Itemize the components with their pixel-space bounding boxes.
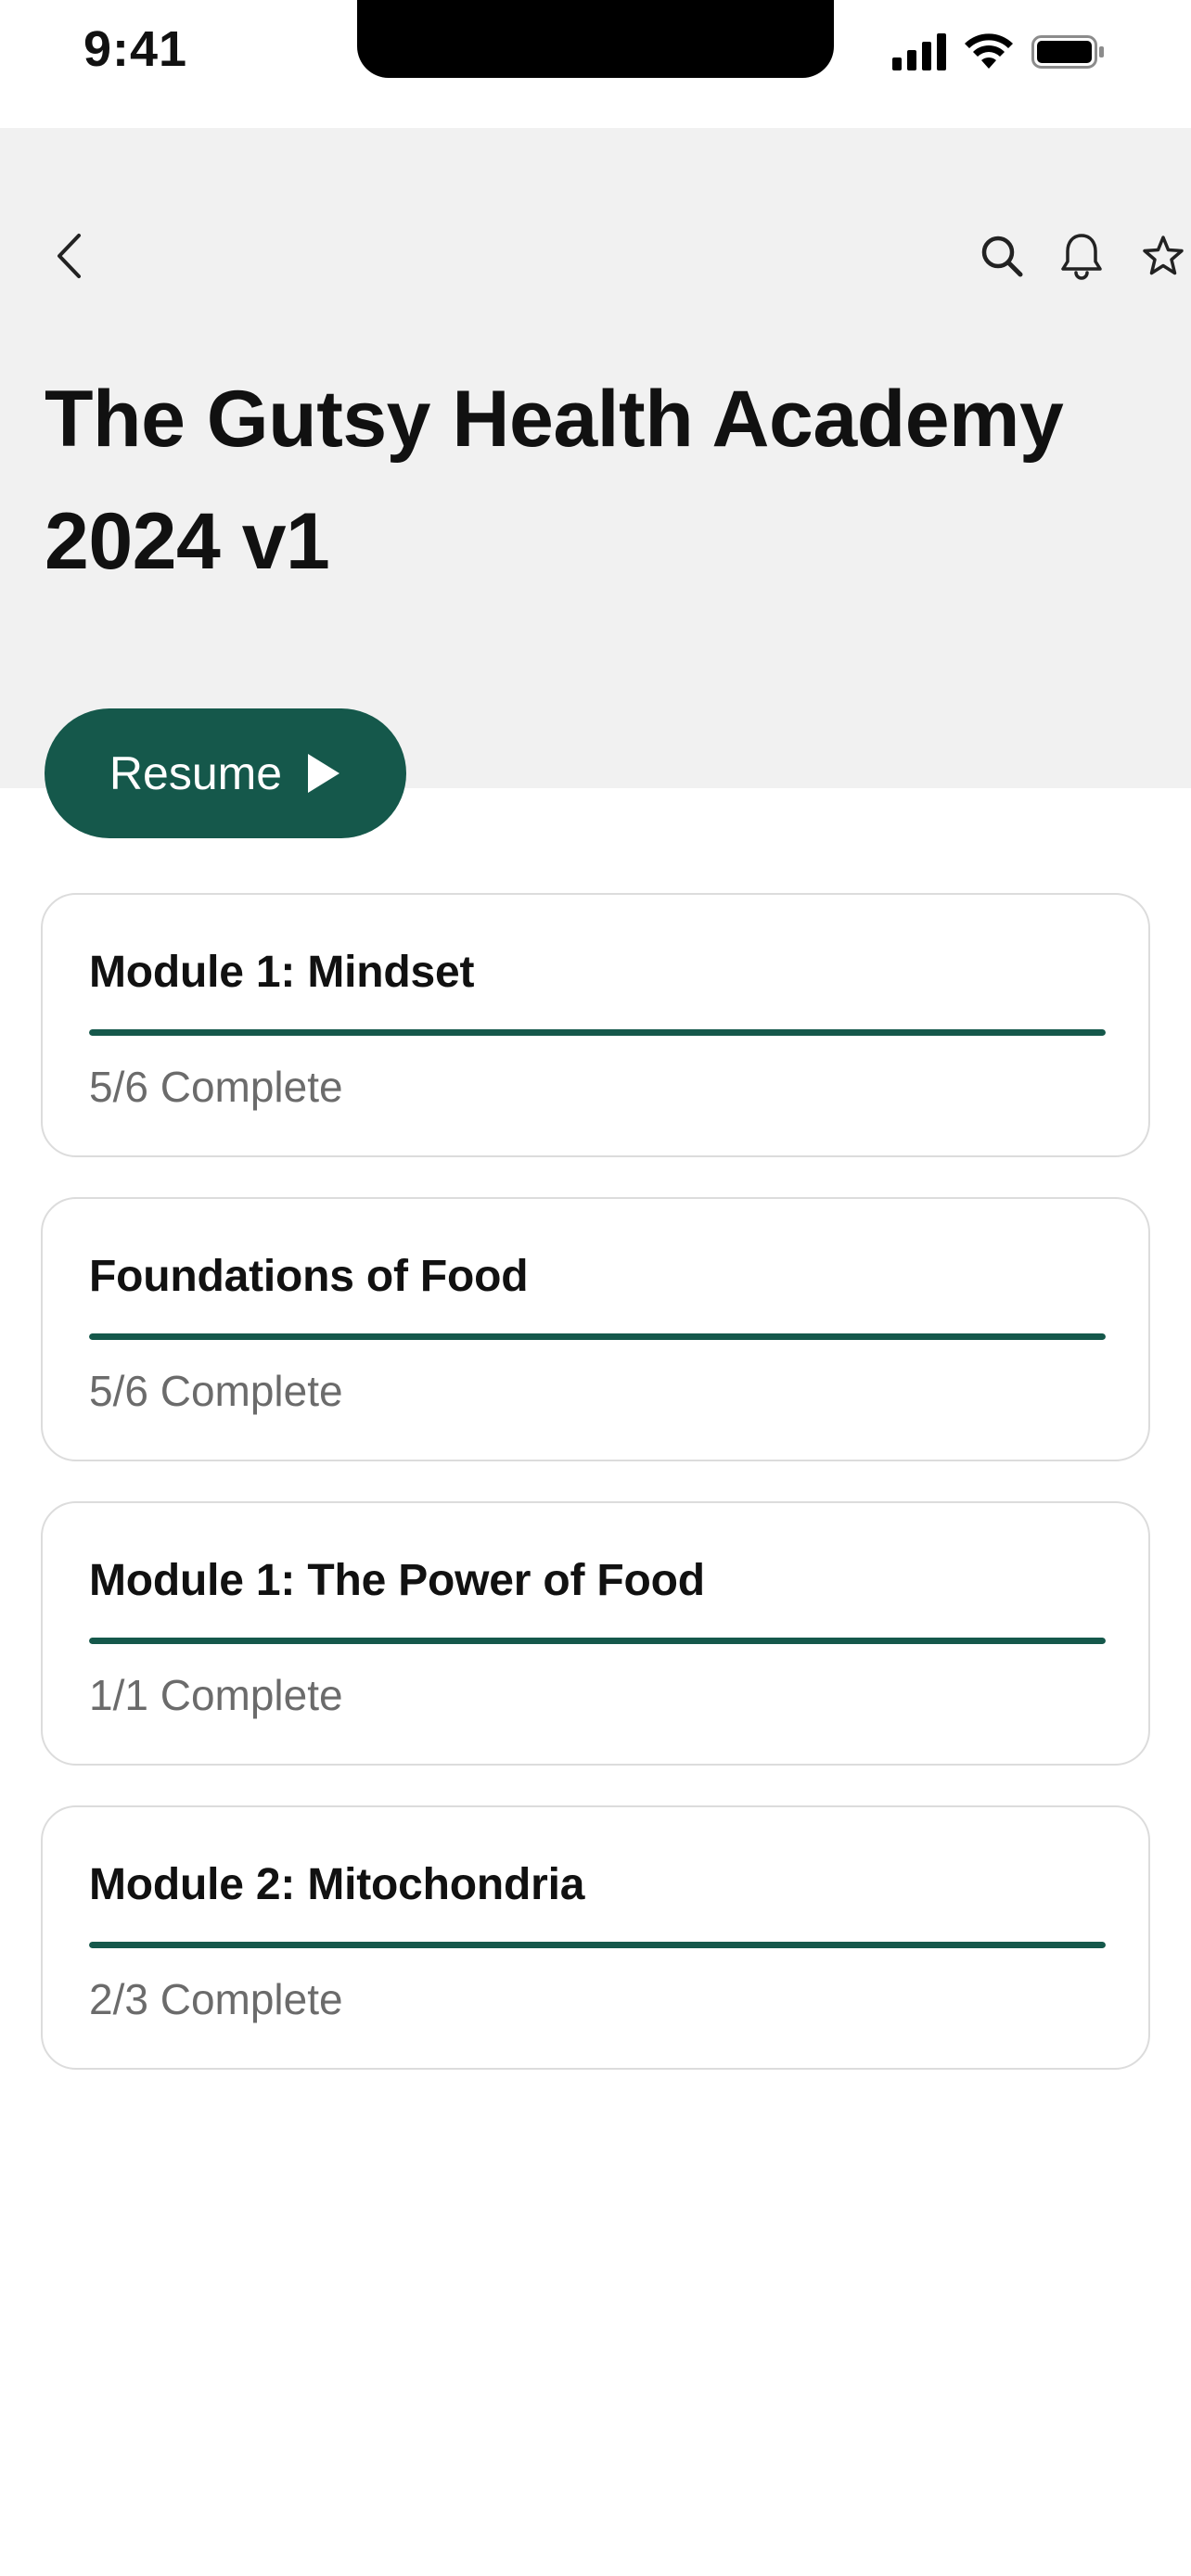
module-card[interactable]: Module 1: The Power of Food 1/1 Complete [41,1501,1150,1766]
module-title: Module 2: Mitochondria [89,1860,585,1909]
resume-label: Resume [109,747,283,799]
module-status: 5/6 Complete [89,1063,343,1111]
module-status: 5/6 Complete [89,1367,343,1415]
module-status: 2/3 Complete [89,1975,343,2023]
search-button[interactable] [974,224,1030,287]
module-progress-fill [89,1029,1106,1036]
module-status: 1/1 Complete [89,1671,343,1719]
header-actions [974,224,1191,287]
page-title: The Gutsy Health Academy 2024 v1 [45,375,1064,586]
module-title: Module 1: The Power of Food [89,1556,705,1605]
status-bar: 9:41 [0,0,1191,128]
module-card[interactable]: Module 2: Mitochondria 2/3 Complete [41,1805,1150,2070]
resume-button[interactable]: Resume [45,708,406,838]
module-progress-fill [89,1638,1106,1644]
status-time: 9:41 [83,21,188,77]
battery-icon [1031,35,1104,69]
back-button[interactable] [45,224,93,287]
module-list: Module 1: Mindset 5/6 Complete Foundatio… [41,893,1150,2110]
chevron-left-icon [58,234,81,278]
module-progress-bar [89,1638,1106,1644]
module-progress-bar [89,1333,1106,1340]
module-card[interactable]: Foundations of Food 5/6 Complete [41,1197,1150,1461]
module-title: Foundations of Food [89,1252,529,1301]
module-progress-fill [89,1942,1106,1948]
notifications-button[interactable] [1054,224,1109,287]
bell-icon [1061,234,1102,280]
star-icon [1143,236,1184,275]
cellular-signal-icon [892,33,946,70]
play-icon [308,754,340,793]
status-icons [892,33,1106,70]
module-progress-bar [89,1029,1106,1036]
module-progress-bar [89,1942,1106,1948]
wifi-icon [965,33,1013,69]
search-icon [981,236,1023,277]
module-progress-fill [89,1333,1106,1340]
module-card[interactable]: Module 1: Mindset 5/6 Complete [41,893,1150,1157]
favorite-button[interactable] [1135,224,1191,287]
course-header: The Gutsy Health Academy 2024 v1 [0,128,1191,788]
device-notch [357,0,834,78]
module-title: Module 1: Mindset [89,948,475,997]
